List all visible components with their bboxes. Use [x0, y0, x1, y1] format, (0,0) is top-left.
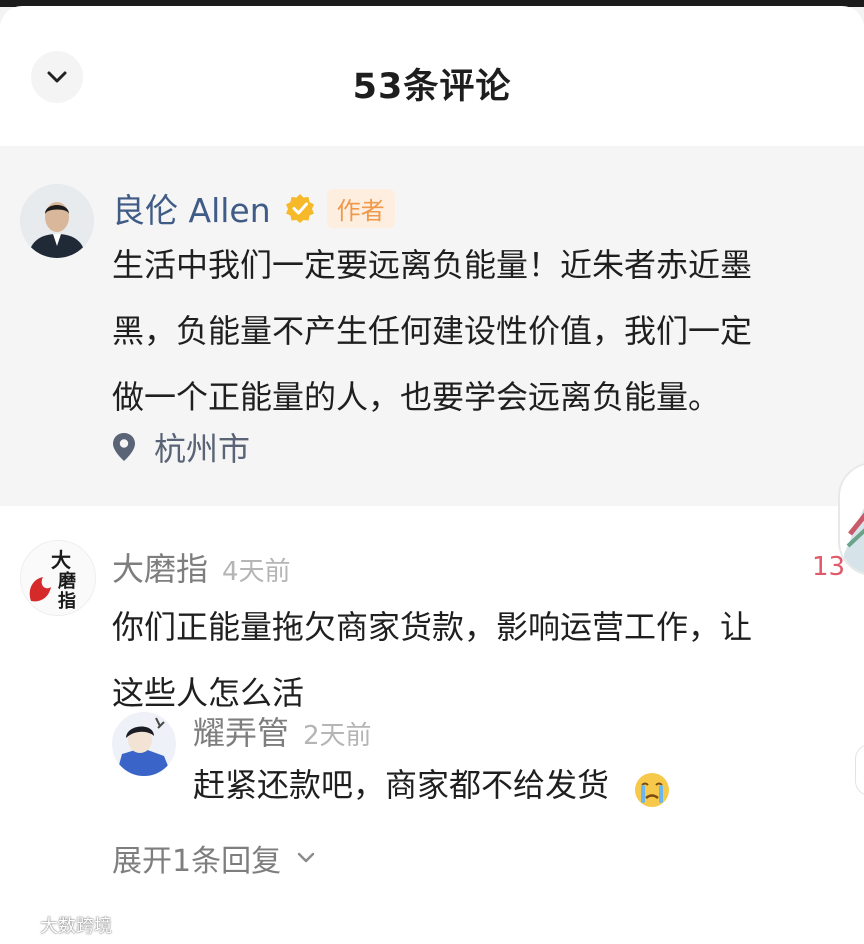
reply-meta: 耀弄管 2天前 [193, 708, 372, 754]
reply-text-row: 赶紧还款吧，商家都不给发货 [193, 752, 671, 818]
watermark-logo-icon [10, 918, 34, 932]
reply-username[interactable]: 耀弄管 [193, 708, 289, 754]
author-avatar[interactable] [20, 184, 94, 258]
chevron-down-icon [297, 852, 315, 863]
location-text: 杭州市 [154, 430, 251, 468]
author-name-row: 良伦 Allen 作者 [112, 184, 395, 232]
reply-avatar[interactable] [112, 712, 176, 776]
comment-time: 4天前 [222, 557, 291, 587]
svg-text:指: 指 [58, 590, 76, 612]
comment-header: 53条评论 [0, 6, 864, 152]
side-float-button[interactable] [855, 744, 864, 796]
comment-text: 你们正能量拖欠商家货款，影响运营工作，让 这些人怎么活 [112, 594, 752, 726]
comment-username[interactable]: 大磨指 [112, 544, 208, 590]
location-row[interactable]: 杭州市 [112, 424, 250, 470]
location-pin-icon [113, 433, 135, 461]
author-comment-line: 生活中我们一定要远离负能量！近朱者赤近墨 [112, 246, 753, 284]
reply-time: 2天前 [303, 721, 372, 751]
author-comment-line: 做一个正能量的人，也要学会远离负能量。 [112, 378, 721, 416]
expand-replies-label: 展开1条回复 [112, 844, 282, 879]
reply-text: 赶紧还款吧，商家都不给发货 [193, 766, 610, 804]
watermark-text: 大数跨境 [40, 916, 112, 937]
watermark: 大数跨境 [8, 912, 112, 938]
comment-count-title: 53条评论 [352, 67, 512, 107]
user-avatar[interactable]: 大 磨 指 [20, 540, 96, 616]
author-name[interactable]: 良伦 Allen [112, 184, 271, 232]
crying-face-icon [633, 765, 671, 807]
expand-replies-button[interactable]: 展开1条回复 [112, 836, 315, 880]
author-comment[interactable]: 良伦 Allen 作者 生活中我们一定要远离负能量！近朱者赤近墨 黑，负能量不产… [0, 146, 864, 506]
comments-page: 53条评论 良伦 Allen 作者 生活中我们一定要远离负能量！近朱者赤近墨 黑… [0, 0, 864, 944]
comment-line: 你们正能量拖欠商家货款，影响运营工作，让 [112, 608, 753, 646]
author-comment-line: 黑，负能量不产生任何建设性价值，我们一定 [112, 312, 753, 350]
author-comment-text: 生活中我们一定要远离负能量！近朱者赤近墨 黑，负能量不产生任何建设性价值，我们一… [112, 232, 752, 430]
like-count[interactable]: 13 [812, 552, 845, 582]
verified-badge-icon [285, 193, 315, 223]
comment-meta: 大磨指 4天前 [112, 544, 291, 590]
svg-text:大: 大 [51, 548, 71, 572]
svg-text:磨: 磨 [58, 570, 76, 592]
author-badge: 作者 [326, 188, 395, 228]
